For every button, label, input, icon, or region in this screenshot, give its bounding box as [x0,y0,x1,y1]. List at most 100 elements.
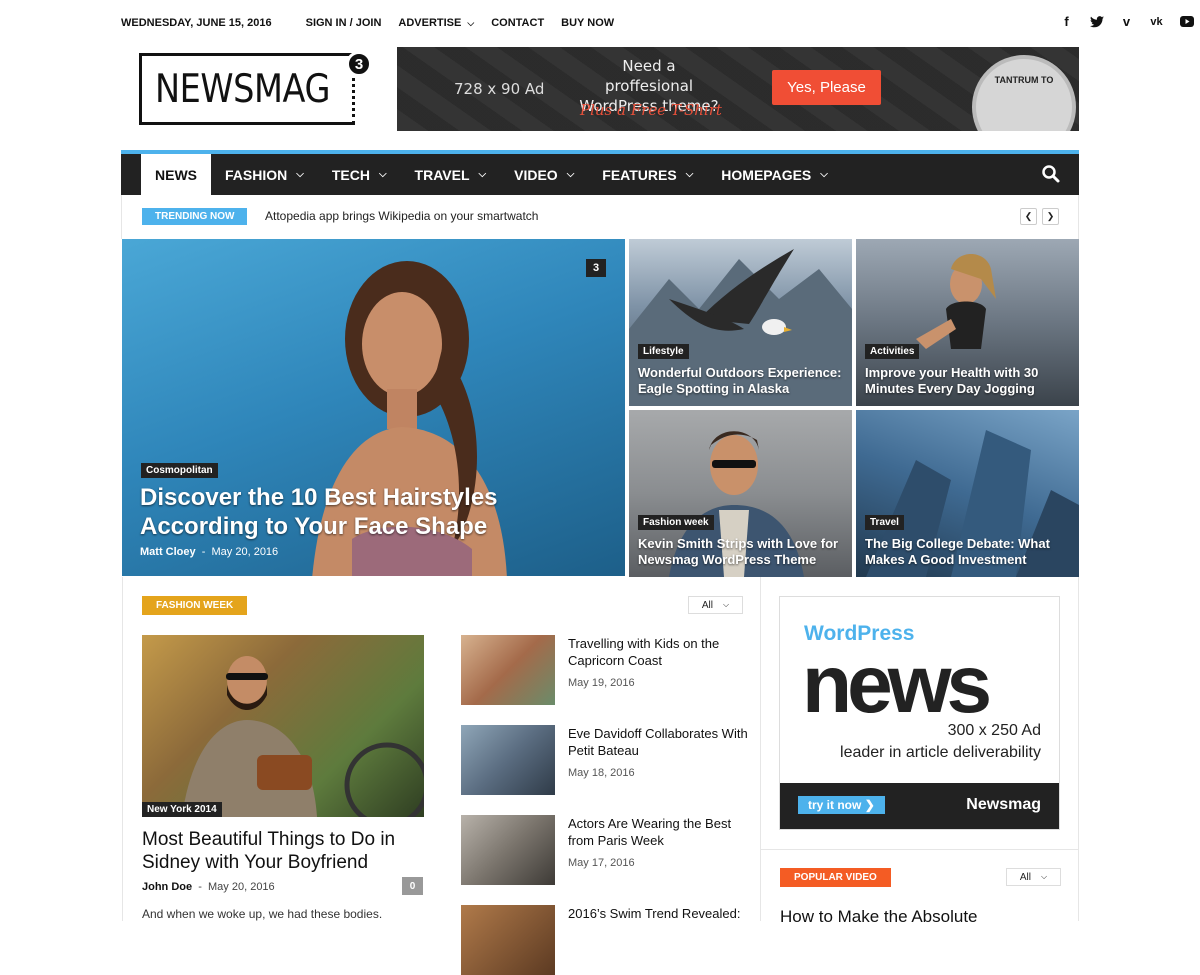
category-tag[interactable]: Cosmopolitan [141,463,218,478]
article-thumbnail[interactable] [461,635,555,705]
nav-item-homepages[interactable]: HOMEPAGES ⌵ [707,154,842,195]
main-nav: NEWS FASHION ⌵ TECH ⌵ TRAVEL ⌵ VIDEO ⌵ FEATU… [121,150,1079,195]
chevron-left-icon[interactable]: ❮ [1020,208,1037,225]
chevron-down-icon: ⌵ [467,17,475,28]
search-icon[interactable] [1041,164,1061,184]
nav-label-fashion: FASHION [225,166,288,183]
article-title[interactable]: 2016’s Swim Trend Revealed: [568,905,748,922]
category-tag[interactable]: Lifestyle [638,344,689,359]
try-it-now-button[interactable]: try it now ❯ [798,796,885,814]
featured-article-title[interactable]: Most Beautiful Things to Do in Sidney wi… [142,828,432,874]
category-tag[interactable]: Travel [865,515,904,530]
chevron-down-icon: ⌵ [566,169,575,180]
tshirt-text: TANTRUM TO [994,75,1054,85]
block-heading[interactable]: POPULAR VIDEO [780,868,891,887]
category-filter-dropdown[interactable]: All ⌵ [688,596,743,614]
trending-label: TRENDING NOW [142,208,248,225]
ad-cta-button[interactable]: Yes, Please [772,70,881,105]
article-excerpt: And when we woke up, we had these bodies… [142,907,383,921]
author-name[interactable]: John Doe [142,881,192,893]
ad-footer: try it now ❯ Newsmag [780,783,1059,829]
nav-item-travel[interactable]: TRAVEL ⌵ [401,154,501,195]
category-tag[interactable]: New York 2014 [142,802,222,817]
article-title[interactable]: Actors Are Wearing the Best from Paris W… [568,815,748,849]
nav-item-features[interactable]: FEATURES ⌵ [588,154,707,195]
filter-label: All [701,599,714,611]
article-title[interactable]: Wonderful Outdoors Experience: Eagle Spo… [638,365,843,397]
author-name[interactable]: Matt Cloey [140,546,196,558]
nav-label-tech: TECH [331,166,370,183]
logo-text: NEWSMAG [155,67,331,112]
top-bar: WEDNESDAY, JUNE 15, 2016 SIGN IN / JOIN … [121,0,1079,46]
youtube-icon[interactable] [1179,14,1194,29]
trending-bar: TRENDING NOW Attopedia app brings Wikipe… [121,195,1079,239]
comment-count-badge[interactable]: 3 [586,259,606,277]
article-date: May 20, 2016 [211,546,279,558]
featured-tile[interactable]: Lifestyle Wonderful Outdoors Experience:… [629,239,852,406]
advertise-link[interactable]: ADVERTISE ⌵ [398,17,474,29]
article-thumbnail[interactable] [461,725,555,795]
article-date: May 20, 2016 [208,881,275,893]
article-meta: John Doe - May 20, 2016 [142,881,275,893]
category-tag[interactable]: Fashion week [638,515,714,530]
article-title[interactable]: Improve your Health with 30 Minutes Ever… [865,365,1070,397]
article-thumbnail[interactable] [461,815,555,885]
nav-item-news[interactable]: NEWS [141,154,211,195]
featured-tile[interactable]: Fashion week Kevin Smith Strips with Lov… [629,410,852,577]
chevron-right-icon: ❯ [864,798,875,812]
category-filter-dropdown[interactable]: All ⌵ [1006,868,1061,886]
article-title[interactable]: Discover the 10 Best Hairstyles Accordin… [140,483,540,541]
article-date: May 18, 2016 [568,767,635,779]
article-date: May 19, 2016 [568,677,635,689]
article-title[interactable]: Travelling with Kids on the Capricorn Co… [568,635,748,669]
nav-label-news: NEWS [155,166,197,183]
ad-big-word: news [802,639,992,730]
article-title[interactable]: How to Make the Absolute [780,907,978,927]
nav-label-homepages: HOMEPAGES [721,166,812,183]
contact-label: CONTACT [491,17,545,29]
divider [761,849,1078,850]
featured-tile[interactable]: Activities Improve your Health with 30 M… [856,239,1079,406]
current-date: WEDNESDAY, JUNE 15, 2016 [121,17,272,29]
chevron-down-icon: ⌵ [478,169,487,180]
nav-item-fashion[interactable]: FASHION ⌵ [211,154,318,195]
nav-item-tech[interactable]: TECH ⌵ [318,154,401,195]
chevron-down-icon: ⌵ [378,169,387,180]
buy-now-link[interactable]: BUY NOW [561,17,614,29]
header-ad-banner[interactable]: 728 x 90 Ad Need a proffesional WordPress… [397,47,1079,131]
vimeo-icon[interactable]: v [1119,14,1134,29]
chevron-down-icon: ⌵ [296,169,304,180]
advertise-label: ADVERTISE [398,17,462,29]
sign-in-link[interactable]: SIGN IN / JOIN [306,17,382,29]
twitter-icon[interactable] [1089,14,1104,29]
featured-big-tile[interactable]: 3 Cosmopolitan Discover the 10 Best Hair… [122,239,625,576]
fashion-week-block: FASHION WEEK All ⌵ New York 2014 Most Bea… [122,577,760,975]
sidebar-ad[interactable]: WordPress news 300 x 250 Ad leader in ar… [779,596,1060,830]
article-title[interactable]: Eve Davidoff Collaborates With Petit Bat… [568,725,748,759]
ad-size-label: 728 x 90 Ad [454,80,545,98]
chevron-down-icon: ⌵ [820,169,828,180]
trending-title[interactable]: Attopedia app brings Wikipedia on your s… [265,209,538,223]
chevron-down-icon: ⌵ [1041,872,1048,881]
logo-version-badge: 3 [346,51,372,77]
nav-label-travel: TRAVEL [414,166,470,183]
sidebar: WordPress news 300 x 250 Ad leader in ar… [760,577,1079,926]
featured-article-image[interactable]: New York 2014 [142,635,424,817]
chevron-right-icon[interactable]: ❯ [1042,208,1059,225]
nav-item-video[interactable]: VIDEO ⌵ [500,154,588,195]
featured-tile[interactable]: Travel The Big College Debate: What Make… [856,410,1079,577]
article-meta: Matt Cloey - May 20, 2016 [140,546,279,558]
block-heading[interactable]: FASHION WEEK [142,596,248,615]
article-title[interactable]: The Big College Debate: What Makes A Goo… [865,536,1070,568]
site-logo[interactable]: NEWSMAG 3 [139,51,372,125]
article-title[interactable]: Kevin Smith Strips with Love for Newsmag… [638,536,843,568]
vk-icon[interactable]: vk [1149,14,1164,29]
facebook-icon[interactable]: f [1059,14,1074,29]
article-thumbnail[interactable] [461,905,555,975]
category-tag[interactable]: Activities [865,344,920,359]
comment-count-badge[interactable]: 0 [402,877,423,895]
try-label: try it now [808,798,862,812]
contact-link[interactable]: CONTACT [491,17,544,29]
chevron-down-icon: ⌵ [685,169,694,180]
nav-label-features: FEATURES [602,166,677,183]
